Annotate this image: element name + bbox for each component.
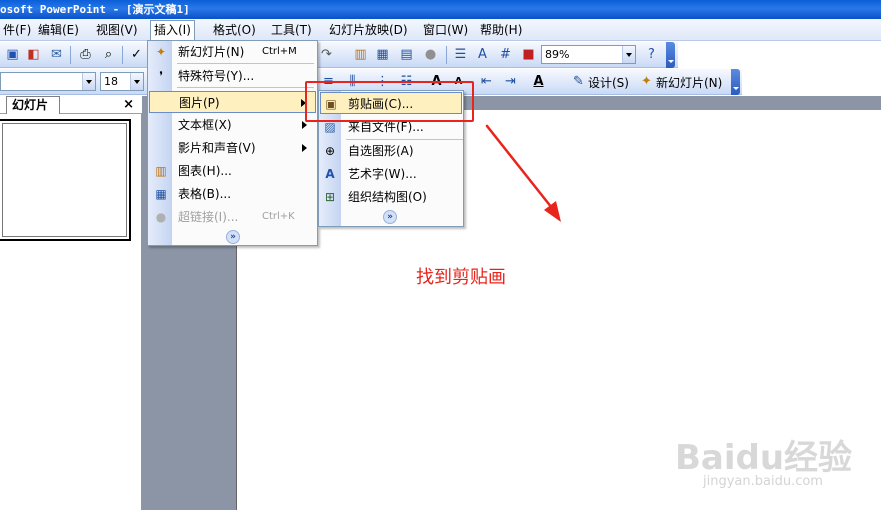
table-icon: ▦ [155, 187, 167, 201]
design-icon[interactable]: ✎ [570, 73, 587, 90]
toolbar-options-icon[interactable] [666, 42, 675, 68]
menu-view[interactable]: 视图(V) [93, 21, 141, 39]
menu-item-picture[interactable]: 图片(P) [149, 91, 316, 113]
print-preview-icon[interactable]: ⌕ [100, 46, 117, 63]
expand-all-icon[interactable]: ☰ [452, 46, 469, 63]
show-grid-icon[interactable]: # [497, 46, 514, 63]
slides-pane: 幻灯片 × [0, 96, 142, 510]
submenu-arrow-icon [302, 121, 307, 129]
pane-header: 幻灯片 × [0, 96, 142, 114]
menu-item-org-chart[interactable]: ⊞ 组织结构图(O) [320, 186, 462, 208]
menu-bar: 件(F) 编辑(E) 视图(V) 插入(I) 格式(O) 工具(T) 幻灯片放映… [0, 19, 881, 41]
slide-thumbnail[interactable] [0, 119, 131, 241]
toolbar-separator [70, 46, 71, 64]
tables-borders-icon[interactable]: ▤ [398, 46, 415, 63]
font-size-value: 18 [104, 75, 118, 88]
menu-window[interactable]: 窗口(W) [420, 21, 471, 39]
menu-format[interactable]: 格式(O) [210, 21, 259, 39]
menu-item-shortcut: Ctrl+M [262, 46, 297, 57]
toolbar-separator [446, 46, 447, 64]
expand-menu-icon[interactable]: » [226, 230, 240, 244]
menu-item-label: 超链接(I)... [178, 210, 239, 224]
insert-table-icon[interactable]: ▦ [374, 46, 391, 63]
menu-item-label: 图表(H)... [178, 164, 232, 178]
zoom-combo[interactable]: 89% [541, 45, 636, 64]
menu-item-label: 特殊符号(Y)... [178, 69, 255, 83]
highlight-box [305, 81, 474, 122]
menu-item-shortcut: Ctrl+K [262, 211, 295, 222]
new-slide-icon[interactable]: ✦ [638, 73, 655, 90]
window-title: osoft PowerPoint - [演示文稿1] [0, 3, 190, 16]
redo-icon[interactable]: ↷ [318, 46, 335, 63]
new-slide-button[interactable]: 新幻灯片(N) [656, 74, 722, 91]
zoom-dropdown-icon[interactable] [622, 46, 635, 63]
symbol-icon: ❜ [159, 69, 163, 83]
menu-tools[interactable]: 工具(T) [268, 21, 315, 39]
menu-separator [177, 87, 314, 88]
show-formatting-icon[interactable]: A [474, 46, 491, 63]
permission-icon[interactable]: ◧ [25, 46, 42, 63]
menu-item-label: 艺术字(W)... [348, 167, 417, 181]
close-icon[interactable]: × [123, 97, 134, 112]
menu-item-table[interactable]: ▦ 表格(B)... [149, 183, 316, 205]
email-icon[interactable]: ✉ [48, 46, 65, 63]
menu-item-movies-sounds[interactable]: 影片和声音(V) [149, 137, 316, 159]
title-bar: osoft PowerPoint - [演示文稿1] [0, 0, 881, 19]
print-icon[interactable]: ⎙ [77, 46, 94, 63]
watermark-logo: Baidu经验 [675, 438, 853, 478]
color-grayscale-icon[interactable]: ■ [520, 46, 537, 63]
org-chart-icon: ⊞ [324, 190, 336, 204]
standard-toolbar: ▣ ◧ ✉ ⎙ ⌕ ✓ ↷ ▥ ▦ ▤ ● ☰ A # ■ 89% ? [0, 42, 678, 68]
tab-slides[interactable]: 幻灯片 [6, 96, 60, 114]
zoom-value: 89% [545, 48, 570, 61]
font-name-combo[interactable] [0, 72, 96, 91]
increase-indent-icon[interactable]: ⇥ [502, 73, 519, 90]
insert-menu: ✦ 新幻灯片(N) Ctrl+M ❜ 特殊符号(Y)... 图片(P) 文本框(… [147, 40, 318, 246]
font-size-combo[interactable]: 18 [100, 72, 144, 91]
menu-item-label: 组织结构图(O) [348, 190, 427, 204]
hyperlink-icon: ● [155, 210, 167, 224]
menu-slideshow[interactable]: 幻灯片放映(D) [326, 21, 411, 39]
insert-chart-icon[interactable]: ▥ [352, 46, 369, 63]
menu-help[interactable]: 帮助(H) [477, 21, 525, 39]
menu-item-label: 影片和声音(V) [178, 141, 256, 155]
menu-item-autoshapes[interactable]: ⊕ 自选图形(A) [320, 140, 462, 162]
autoshapes-icon: ⊕ [324, 144, 336, 158]
menu-item-wordart[interactable]: A 艺术字(W)... [320, 163, 462, 185]
watermark-url: jingyan.baidu.com [703, 474, 823, 489]
decrease-indent-icon[interactable]: ⇤ [478, 73, 495, 90]
menu-file[interactable]: 件(F) [0, 21, 34, 39]
hyperlink-icon[interactable]: ● [422, 46, 439, 63]
expand-menu-icon[interactable]: » [383, 210, 397, 224]
wordart-icon: A [325, 167, 335, 181]
menu-edit[interactable]: 编辑(E) [35, 21, 82, 39]
new-slide-icon: ✦ [155, 45, 167, 59]
menu-item-label: 表格(B)... [178, 187, 232, 201]
menu-item-label: 图片(P) [179, 96, 220, 110]
save-icon[interactable]: ▣ [4, 46, 21, 63]
menu-insert[interactable]: 插入(I) [150, 20, 195, 41]
menu-item-label: 新幻灯片(N) [178, 45, 245, 59]
menu-item-new-slide[interactable]: ✦ 新幻灯片(N) Ctrl+M [149, 41, 316, 63]
spelling-icon[interactable]: ✓ [128, 46, 145, 63]
menu-item-symbol[interactable]: ❜ 特殊符号(Y)... [149, 65, 316, 87]
help-icon[interactable]: ? [643, 46, 660, 63]
chart-icon: ▥ [155, 164, 167, 178]
menu-item-chart[interactable]: ▥ 图表(H)... [149, 160, 316, 182]
font-color-icon[interactable]: A [530, 73, 547, 90]
menu-item-label: 文本框(X) [178, 118, 232, 132]
toolbar-options-icon[interactable] [731, 69, 740, 95]
font-name-dropdown-icon[interactable] [82, 73, 95, 90]
submenu-arrow-icon [302, 144, 307, 152]
menu-item-textbox[interactable]: 文本框(X) [149, 114, 316, 136]
font-size-dropdown-icon[interactable] [130, 73, 143, 90]
menu-separator [177, 63, 314, 64]
toolbar-separator [122, 46, 123, 64]
annotation-text: 找到剪贴画 [416, 267, 506, 288]
menu-item-hyperlink: ● 超链接(I)... Ctrl+K [149, 206, 316, 228]
menu-item-label: 自选图形(A) [348, 144, 414, 158]
design-button[interactable]: 设计(S) [588, 74, 629, 91]
